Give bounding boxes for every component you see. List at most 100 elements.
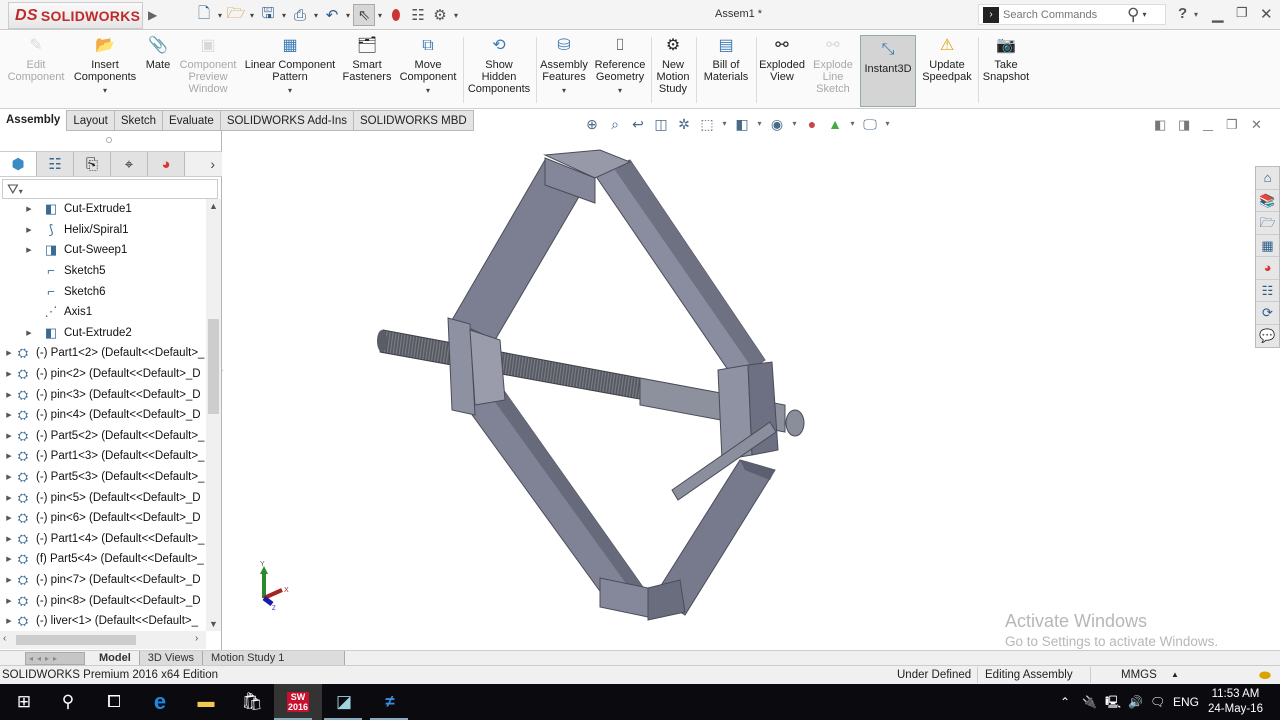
- expand-arrow-icon[interactable]: ▶: [4, 349, 14, 357]
- expand-arrow-icon[interactable]: ▶: [4, 411, 14, 419]
- tab-evaluate[interactable]: Evaluate: [163, 110, 221, 131]
- hscrollbar-thumb[interactable]: [16, 635, 136, 645]
- menu-expand-arrow-icon[interactable]: ▶: [148, 5, 160, 25]
- expand-arrow-icon[interactable]: ▶: [4, 391, 14, 399]
- scissor-jack-model[interactable]: [223, 131, 1280, 650]
- tree-item[interactable]: ▶ ⛭ (-) pin<7> (Default<<Default>_D: [0, 570, 206, 591]
- solidworks-resources-home-icon[interactable]: ⌂: [1256, 167, 1279, 190]
- expand-arrow-icon[interactable]: ▶: [24, 226, 34, 234]
- scroll-left-arrow-icon[interactable]: ‹: [3, 633, 6, 644]
- print-dropdown-icon[interactable]: ▾: [311, 11, 321, 20]
- units-dropdown-icon[interactable]: ▲: [1171, 666, 1179, 684]
- scrollbar-thumb[interactable]: [208, 319, 219, 414]
- tab-motion-study-1[interactable]: Motion Study 1: [203, 650, 346, 666]
- volume-icon[interactable]: 🔊: [1128, 684, 1143, 720]
- edge-browser-icon[interactable]: e: [136, 684, 184, 720]
- expand-arrow-icon[interactable]: ▶: [4, 514, 14, 522]
- app-taskbar-icon[interactable]: ≠: [366, 684, 414, 720]
- options-dropdown-icon[interactable]: ▾: [451, 11, 461, 20]
- insert-components-button[interactable]: 📂 Insert Components ▾: [72, 35, 138, 97]
- tree-filter-icon[interactable]: ⛛▾: [2, 179, 218, 199]
- open-dropdown-icon[interactable]: ▾: [247, 11, 257, 20]
- windows-store-icon[interactable]: 🛍: [228, 684, 276, 720]
- tree-vertical-scrollbar[interactable]: ▲ ▼: [206, 199, 221, 631]
- search-dropdown-icon[interactable]: ▾: [1139, 10, 1149, 19]
- expand-arrow-icon[interactable]: ▶: [4, 370, 14, 378]
- configuration-manager-tab-icon[interactable]: ⎘: [74, 152, 111, 176]
- display-manager-tab-icon[interactable]: ◕: [148, 152, 185, 176]
- graphics-area[interactable]: ⌂ 📚 🗁 ▦ ◕ ☷ ⟳ 💬 Y X Z Activate Windows G…: [223, 131, 1280, 650]
- tree-item[interactable]: ▶ ⛭ (-) pin<2> (Default<<Default>_D: [0, 364, 206, 385]
- undo-dropdown-icon[interactable]: ▾: [343, 11, 353, 20]
- expand-arrow-icon[interactable]: ▶: [24, 329, 34, 337]
- insert-components-dropdown-icon[interactable]: ▾: [103, 85, 107, 97]
- expand-arrow-icon[interactable]: ▶: [4, 494, 14, 502]
- minimize-window-button[interactable]: ▁: [1212, 5, 1224, 23]
- select-pointer-icon[interactable]: ⇖: [353, 4, 375, 26]
- expand-arrow-icon[interactable]: ▶: [24, 246, 34, 254]
- input-language[interactable]: ENG: [1173, 684, 1199, 720]
- feature-manager-tree-tab-icon[interactable]: ⬢: [0, 152, 37, 176]
- linear-pattern-dropdown-icon[interactable]: ▾: [288, 85, 292, 97]
- expand-arrow-icon[interactable]: ▶: [4, 473, 14, 481]
- take-snapshot-button[interactable]: 📷 Take Snapshot: [980, 35, 1032, 84]
- tree-item[interactable]: ▶ ⛭ (-) liver<1> (Default<<Default>_: [0, 611, 206, 631]
- appearances-scenes-icon[interactable]: ◕: [1256, 257, 1279, 280]
- tree-item[interactable]: ▶ ⛭ (-) Part5<2> (Default<<Default>_: [0, 426, 206, 447]
- show-hidden-icons-chevron[interactable]: ⌃: [1060, 684, 1070, 720]
- tree-item[interactable]: ▶ ⛭ (-) pin<8> (Default<<Default>_D: [0, 590, 206, 611]
- tree-item[interactable]: ⋰ Axis1: [0, 302, 206, 323]
- restore-window-button[interactable]: ❐: [1236, 5, 1248, 21]
- power-battery-icon[interactable]: 🔌: [1082, 684, 1097, 720]
- scroll-down-arrow-icon[interactable]: ▼: [206, 619, 221, 629]
- tab-solidworks-add-ins[interactable]: SOLIDWORKS Add-Ins: [220, 110, 354, 131]
- tree-item[interactable]: ▶ ⟆ Helix/Spiral1: [0, 220, 206, 241]
- taskbar-search-icon[interactable]: ⚲: [44, 684, 92, 720]
- expand-arrow-icon[interactable]: ▶: [4, 432, 14, 440]
- action-center-icon[interactable]: 🗨: [1150, 684, 1165, 720]
- explode-line-sketch-button[interactable]: ⚯ Explode Line Sketch: [810, 35, 856, 96]
- tab-navigation-arrows-icon[interactable]: ◂◂▸▸: [25, 651, 85, 665]
- file-explorer-folder-icon[interactable]: 🗁: [1256, 212, 1279, 235]
- tree-item[interactable]: ⌐ Sketch5: [0, 261, 206, 282]
- expand-arrow-icon[interactable]: ▶: [4, 576, 14, 584]
- tree-item[interactable]: ▶ ⛭ (-) pin<5> (Default<<Default>_D: [0, 487, 206, 508]
- options-gear-icon[interactable]: ⚙: [429, 4, 451, 26]
- update-speedpak-button[interactable]: ⚠ Update Speedpak: [920, 35, 974, 84]
- task-view-icon[interactable]: ⧠: [90, 684, 138, 720]
- expand-arrow-icon[interactable]: ▶: [24, 205, 34, 213]
- new-motion-study-button[interactable]: ⚙ New Motion Study: [654, 35, 692, 96]
- reference-geometry-button[interactable]: ⌷ Reference Geometry ▾: [593, 35, 647, 97]
- help-icon[interactable]: ?: [1178, 5, 1187, 22]
- tab-layout[interactable]: Layout: [66, 110, 115, 131]
- save-dropdown-icon[interactable]: ▾: [279, 11, 289, 20]
- select-dropdown-icon[interactable]: ▾: [375, 11, 385, 20]
- bill-of-materials-button[interactable]: ▤ Bill of Materials: [700, 35, 752, 84]
- dimxpert-manager-tab-icon[interactable]: ⌖: [111, 152, 148, 176]
- panel-grip-handle[interactable]: [106, 137, 112, 143]
- smart-fasteners-button[interactable]: 🗂 Smart Fasteners: [342, 35, 392, 84]
- rebuild-tag-icon[interactable]: ⬬: [1259, 666, 1271, 684]
- tree-item[interactable]: ▶ ⛭ (-) pin<3> (Default<<Default>_D: [0, 384, 206, 405]
- solidworks-taskbar-app[interactable]: SW 2016: [274, 684, 322, 720]
- tree-item[interactable]: ▶ ◨ Cut-Sweep1: [0, 240, 206, 261]
- reference-geometry-dropdown-icon[interactable]: ▾: [618, 85, 622, 97]
- print-icon[interactable]: ⎙: [289, 4, 311, 26]
- tree-item[interactable]: ▶ ⛭ (-) Part5<3> (Default<<Default>_: [0, 467, 206, 488]
- close-window-button[interactable]: ✕: [1260, 5, 1273, 23]
- rebuild-traffic-light-icon[interactable]: ⬮: [385, 4, 407, 26]
- tree-item[interactable]: ⌐ Sketch6: [0, 281, 206, 302]
- search-icon[interactable]: ⚲: [1127, 5, 1139, 25]
- mate-button[interactable]: 📎 Mate: [142, 35, 174, 72]
- expand-arrow-icon[interactable]: ▶: [4, 597, 14, 605]
- new-dropdown-icon[interactable]: ▾: [215, 11, 225, 20]
- solidworks-logo[interactable]: DS SOLIDWORKS: [8, 2, 143, 29]
- new-document-icon[interactable]: 🗋: [193, 4, 215, 26]
- edit-component-button[interactable]: ✎ Edit Component: [6, 35, 66, 84]
- expand-arrow-icon[interactable]: ▶: [4, 452, 14, 460]
- linear-component-pattern-button[interactable]: ▦ Linear Component Pattern ▾: [244, 35, 336, 97]
- tree-horizontal-scrollbar[interactable]: ‹ ›: [0, 631, 206, 649]
- custom-properties-icon[interactable]: ☷: [1256, 280, 1279, 302]
- scroll-right-arrow-icon[interactable]: ›: [195, 633, 198, 644]
- tree-item[interactable]: ▶ ⛭ (-) Part1<2> (Default<<Default>_: [0, 343, 206, 364]
